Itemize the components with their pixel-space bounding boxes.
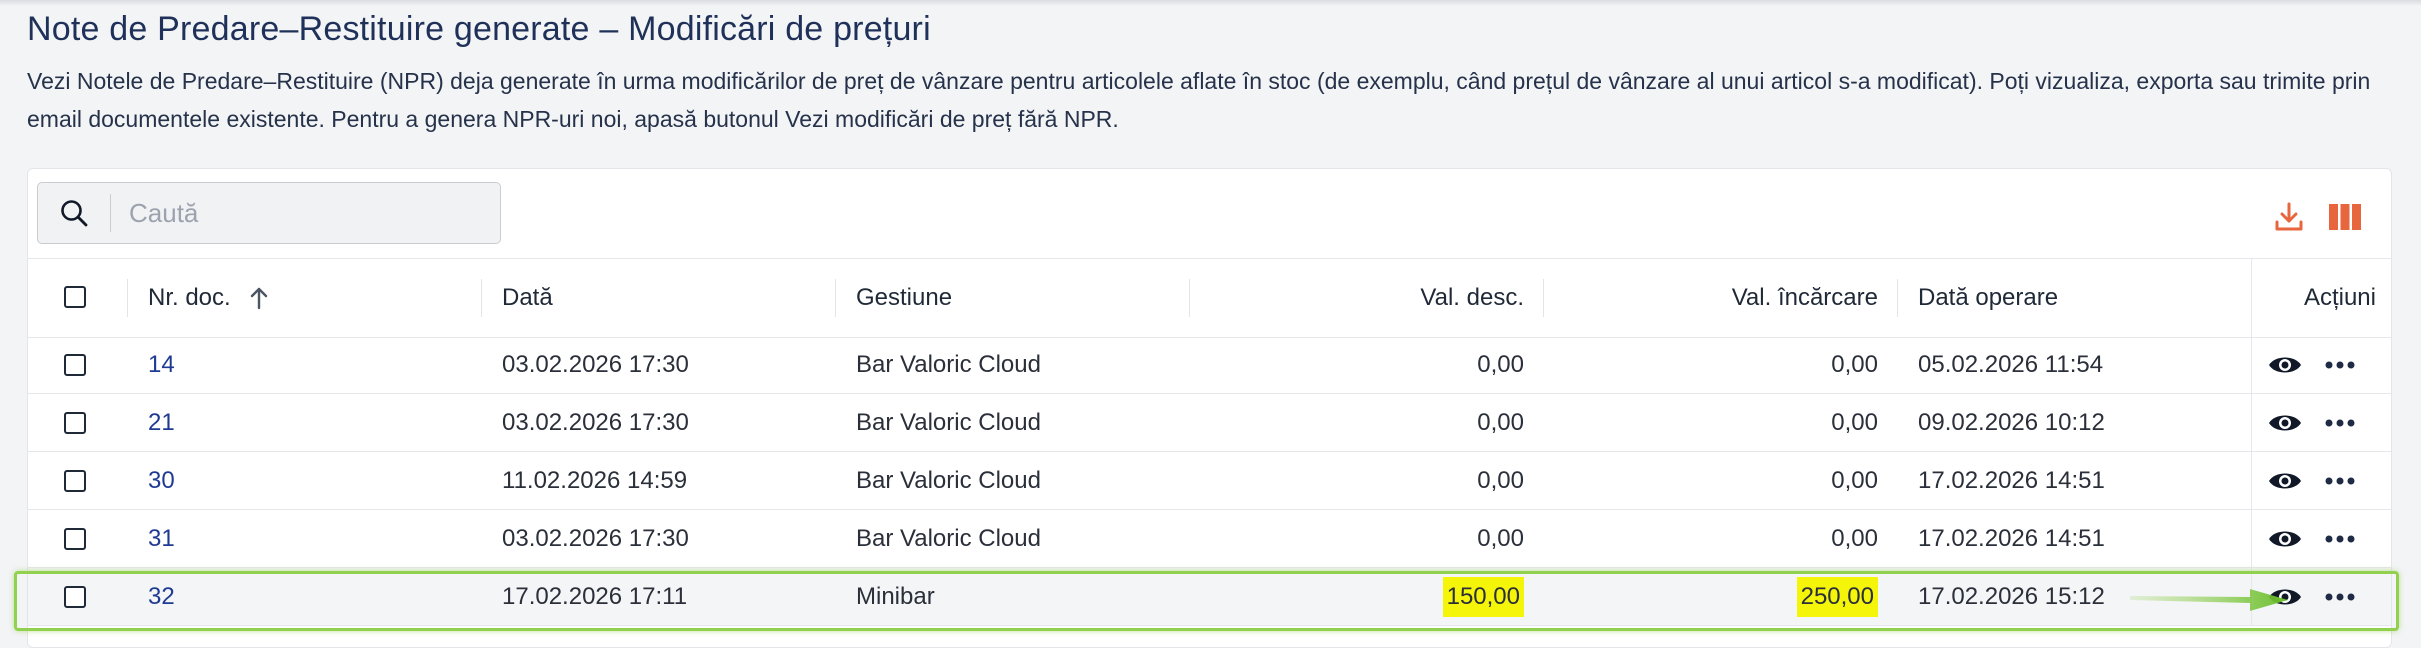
doc-date: 03.02.2026 17:30 <box>502 409 689 436</box>
table-header: Nr. doc. Dată Gestiune Val. desc. Val. î… <box>28 258 2391 338</box>
row-checkbox[interactable] <box>64 470 86 492</box>
row-actions <box>2251 452 2392 509</box>
doc-number-link[interactable]: 21 <box>148 409 175 437</box>
table-row[interactable]: 31 03.02.2026 17:30 Bar Valoric Cloud 0,… <box>28 510 2391 568</box>
header-doc-nr[interactable]: Nr. doc. <box>148 259 269 337</box>
doc-date: 03.02.2026 17:30 <box>502 525 689 552</box>
table-row[interactable]: 21 03.02.2026 17:30 Bar Valoric Cloud 0,… <box>28 394 2391 452</box>
header-actions: Acțiuni <box>2251 259 2376 337</box>
eye-icon[interactable] <box>2267 579 2303 615</box>
warehouse: Bar Valoric Cloud <box>856 467 1041 494</box>
doc-number-link[interactable]: 32 <box>148 583 175 611</box>
row-checkbox[interactable] <box>64 528 86 550</box>
val-desc-highlighted: 150,00 <box>1442 577 1524 617</box>
val-inc: 0,00 <box>1831 409 1878 436</box>
op-date: 17.02.2026 14:51 <box>1918 467 2105 494</box>
header-op-date[interactable]: Dată operare <box>1918 259 2058 337</box>
row-checkbox[interactable] <box>64 412 86 434</box>
row-checkbox[interactable] <box>64 586 86 608</box>
column-separator <box>835 279 836 317</box>
row-actions <box>2251 336 2392 393</box>
warehouse: Bar Valoric Cloud <box>856 525 1041 552</box>
table-row[interactable]: 14 03.02.2026 17:30 Bar Valoric Cloud 0,… <box>28 336 2391 394</box>
val-desc: 0,00 <box>1477 409 1524 436</box>
row-checkbox[interactable] <box>64 354 86 376</box>
warehouse: Bar Valoric Cloud <box>856 351 1041 378</box>
val-desc: 0,00 <box>1477 525 1524 552</box>
header-doc-nr-label: Nr. doc. <box>148 284 231 311</box>
columns-icon[interactable] <box>2325 197 2365 237</box>
eye-icon[interactable] <box>2267 463 2303 499</box>
column-separator <box>127 279 128 317</box>
column-separator <box>481 279 482 317</box>
column-separator <box>1897 279 1898 317</box>
header-val-desc[interactable]: Val. desc. <box>1189 259 1524 337</box>
doc-number-link[interactable]: 31 <box>148 525 175 553</box>
val-inc: 0,00 <box>1831 525 1878 552</box>
header-date[interactable]: Dată <box>502 259 553 337</box>
search-separator <box>110 194 111 232</box>
row-actions <box>2251 568 2392 625</box>
op-date: 05.02.2026 11:54 <box>1918 351 2104 378</box>
eye-icon[interactable] <box>2267 405 2303 441</box>
row-actions <box>2251 510 2392 567</box>
more-options-icon[interactable] <box>2322 405 2358 441</box>
header-warehouse[interactable]: Gestiune <box>856 259 952 337</box>
search-box[interactable] <box>37 182 501 244</box>
val-inc: 0,00 <box>1831 351 1878 378</box>
doc-date: 03.02.2026 17:30 <box>502 351 689 378</box>
sort-ascending-icon[interactable] <box>249 286 269 310</box>
eye-icon[interactable] <box>2267 347 2303 383</box>
eye-icon[interactable] <box>2267 521 2303 557</box>
more-options-icon[interactable] <box>2322 463 2358 499</box>
warehouse: Bar Valoric Cloud <box>856 409 1041 436</box>
table-row-highlighted[interactable]: 32 17.02.2026 17:11 Minibar 150,00 250,0… <box>28 568 2391 626</box>
more-options-icon[interactable] <box>2322 579 2358 615</box>
doc-number-link[interactable]: 30 <box>148 467 175 495</box>
doc-date: 17.02.2026 17:11 <box>502 583 688 610</box>
table-row[interactable]: 30 11.02.2026 14:59 Bar Valoric Cloud 0,… <box>28 452 2391 510</box>
doc-number-link[interactable]: 14 <box>148 351 175 379</box>
val-desc: 0,00 <box>1477 351 1524 378</box>
page-title: Note de Predare–Restituire generate – Mo… <box>27 10 931 48</box>
select-all-checkbox[interactable] <box>64 286 86 308</box>
op-date: 17.02.2026 14:51 <box>1918 525 2105 552</box>
npr-table-card: Nr. doc. Dată Gestiune Val. desc. Val. î… <box>27 168 2392 648</box>
top-shadow <box>0 0 2421 6</box>
val-inc-highlighted: 250,00 <box>1796 577 1878 617</box>
more-options-icon[interactable] <box>2322 347 2358 383</box>
val-inc: 0,00 <box>1831 467 1878 494</box>
row-actions <box>2251 394 2392 451</box>
val-desc: 0,00 <box>1477 467 1524 494</box>
search-icon[interactable] <box>38 182 110 244</box>
page-description: Vezi Notele de Predare–Restituire (NPR) … <box>27 68 2371 132</box>
op-date: 17.02.2026 15:12 <box>1918 583 2105 610</box>
download-icon[interactable] <box>2269 197 2309 237</box>
more-options-icon[interactable] <box>2322 521 2358 557</box>
search-input[interactable] <box>127 196 471 230</box>
doc-date: 11.02.2026 14:59 <box>502 467 688 494</box>
warehouse: Minibar <box>856 583 935 610</box>
op-date: 09.02.2026 10:12 <box>1918 409 2105 436</box>
header-val-inc[interactable]: Val. încărcare <box>1543 259 1878 337</box>
